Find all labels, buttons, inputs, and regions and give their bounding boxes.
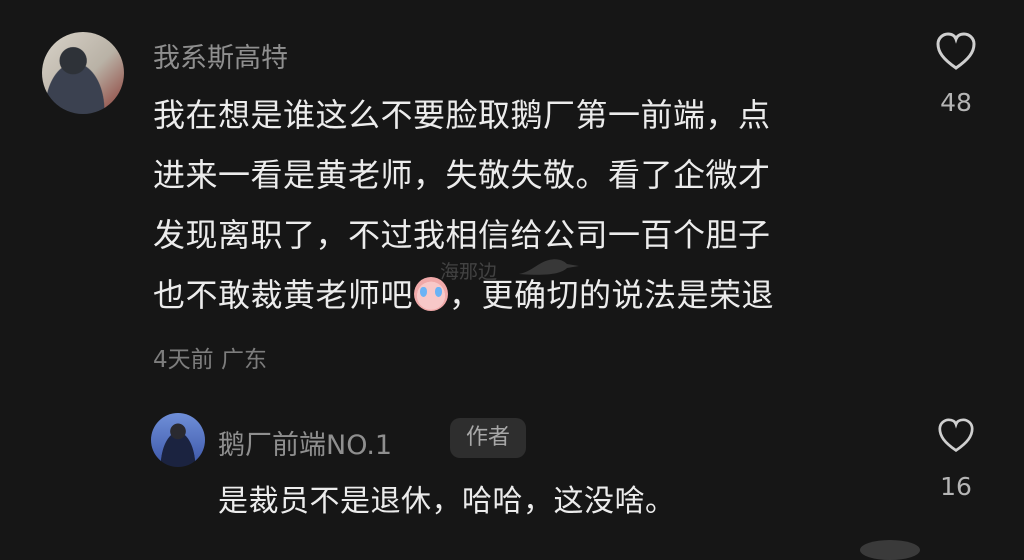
comment-username[interactable]: 我系斯高特 <box>153 36 288 75</box>
reply-avatar[interactable] <box>151 413 205 467</box>
like-button[interactable] <box>935 32 977 72</box>
reply-text: 是裁员不是退休，哈哈，这没啥。 <box>218 484 676 519</box>
heart-icon <box>936 32 976 70</box>
reply-username[interactable]: 鹅厂前端NO.1 <box>218 423 392 462</box>
partial-avatar <box>860 540 920 560</box>
comment-text-line: 发现离职了，不过我相信给公司一百个胆子 <box>153 216 771 254</box>
comment-text-line: 进来一看是黄老师，失敬失敬。看了企微才 <box>153 156 771 194</box>
comment-meta: 4天前 广东 <box>153 347 267 373</box>
comment-text-segment: 也不敢裁黄老师吧 <box>153 276 414 314</box>
reply-like-count: 16 <box>940 472 972 501</box>
bird-logo-icon <box>519 259 579 275</box>
heart-icon <box>938 418 974 453</box>
watermark-text: 海那边 <box>440 261 498 283</box>
comment-text-line: 我在想是谁这么不要脸取鹅厂第一前端，点 <box>153 96 771 134</box>
like-count: 48 <box>940 88 972 117</box>
comment-text-segment: ，更确切的说法是荣退 <box>449 276 775 314</box>
avatar[interactable] <box>42 32 124 114</box>
reply-like-button[interactable] <box>937 418 975 454</box>
author-badge: 作者 <box>450 418 527 458</box>
